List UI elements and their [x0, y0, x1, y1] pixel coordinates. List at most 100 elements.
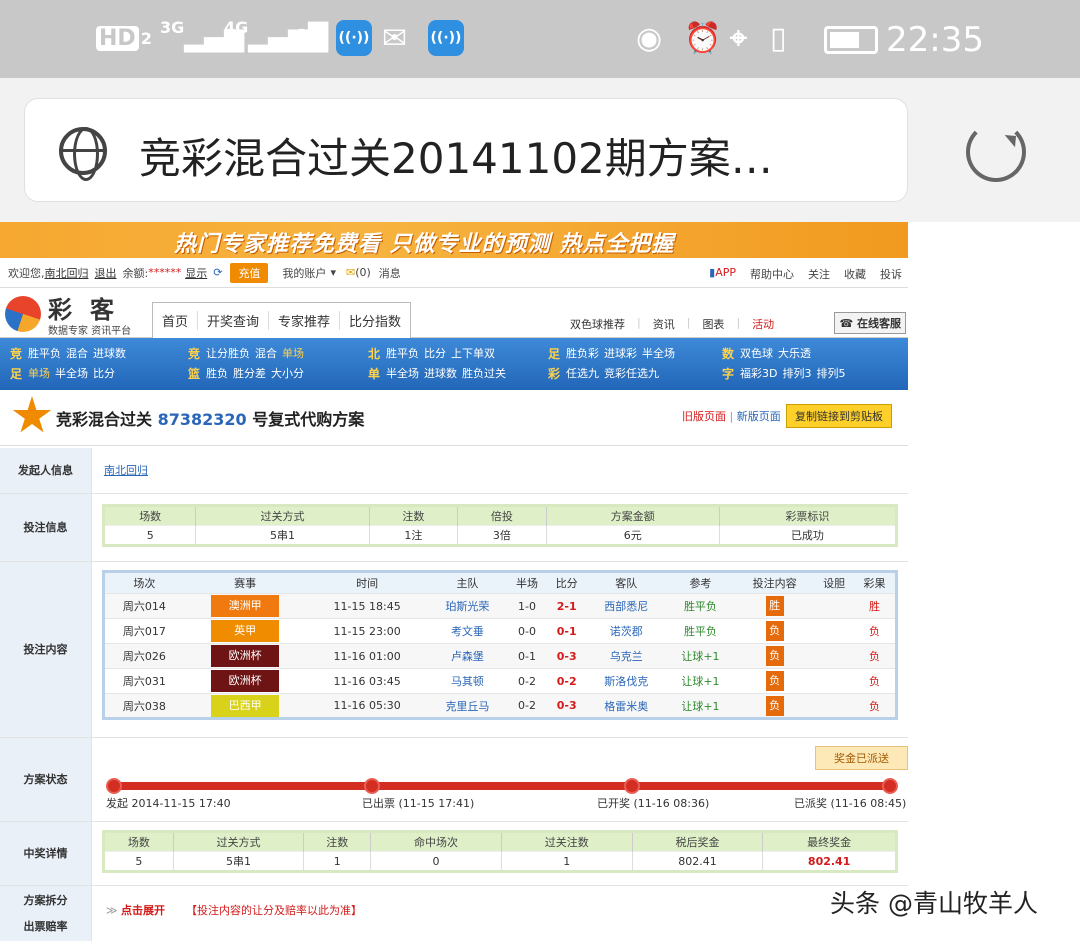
lottery-link[interactable]: 大小分	[271, 367, 304, 380]
nav-odds[interactable]: 比分指数	[340, 311, 410, 330]
match-row[interactable]: 周六031 欧洲杯 11-16 03:45 马其顿 0-2 0-2 斯洛伐克 让球+1 负负	[103, 668, 897, 694]
mhead-cell: 客队	[586, 571, 666, 594]
lottery-link[interactable]: 进球数	[424, 367, 457, 380]
mhead-cell: 设胆	[814, 571, 855, 594]
topbar-app-link[interactable]: ▮APP	[709, 266, 736, 282]
new-version-link[interactable]: 新版页面	[737, 410, 781, 423]
subnav-news[interactable]: 资讯	[653, 316, 675, 332]
site-logo-icon[interactable]	[5, 296, 41, 332]
lottery-link[interactable]: 进球彩	[604, 347, 637, 360]
pvals-cell: 802.41	[632, 851, 764, 872]
bivals-cell: 6元	[546, 525, 720, 546]
full-score: 0-3	[546, 643, 587, 669]
online-service-button[interactable]: ☎ 在线客服	[834, 312, 906, 334]
star-badge-icon	[12, 396, 52, 433]
lottery-link[interactable]: 竞彩任选九	[604, 367, 659, 380]
bet-pick: 负	[734, 693, 815, 719]
split-label: 方案拆分 出票赔率	[0, 886, 92, 941]
lottery-link[interactable]: 胜平负	[28, 347, 61, 360]
lottery-link[interactable]: 比分	[424, 347, 446, 360]
lottery-link[interactable]: 单场	[28, 367, 50, 380]
recharge-button[interactable]: 充值	[230, 262, 269, 283]
play-type: 胜平负	[665, 618, 735, 644]
my-account-menu[interactable]: 我的账户	[282, 265, 326, 281]
subnav-chart[interactable]: 图表	[702, 316, 724, 332]
lottery-link[interactable]: 混合	[255, 347, 277, 360]
lottery-link[interactable]: 半全场	[642, 347, 675, 360]
follow-link[interactable]: 关注	[808, 266, 830, 282]
message-link[interactable]: 消息	[379, 265, 401, 281]
lottery-link[interactable]: 上下单双	[451, 347, 495, 360]
lottery-link[interactable]: 半全场	[55, 367, 88, 380]
lottery-link[interactable]: 胜负	[206, 367, 228, 380]
main-nav: 首页 开奖查询 专家推荐 比分指数	[152, 302, 412, 338]
copy-link-button[interactable]: 复制链接到剪贴板	[786, 404, 892, 428]
lottery-group-icon: 北单	[368, 347, 381, 381]
bet-info-label: 投注信息	[0, 494, 92, 561]
match-time: 11-16 01:00	[306, 643, 428, 669]
help-center-link[interactable]: 帮助中心	[750, 266, 794, 282]
banker-cell	[814, 668, 855, 694]
banner-text: 热门专家推荐免费看 只做专业的预测 热点全把握	[174, 232, 675, 257]
logout-link[interactable]: 退出	[95, 265, 117, 281]
bihead-cell: 过关方式	[195, 505, 370, 526]
match-row[interactable]: 周六014 澳洲甲 11-15 18:45 珀斯光荣 1-0 2-1 西部悉尼 胜平负胜胜	[103, 593, 897, 619]
lottery-link[interactable]: 福彩3D	[740, 367, 777, 380]
lottery-link[interactable]: 胜负过关	[462, 367, 506, 380]
nav-lottery-results[interactable]: 开奖查询	[198, 311, 270, 330]
bet-pick: 胜	[734, 593, 815, 619]
lottery-link[interactable]: 大乐透	[778, 347, 811, 360]
step-drawn: 已开奖 (11-16 08:36)	[597, 797, 710, 810]
subnav-ssq[interactable]: 双色球推荐	[570, 316, 625, 332]
expand-toggle[interactable]: ≫ 点击展开	[106, 902, 165, 918]
mail-count[interactable]: (0)	[355, 266, 371, 279]
lottery-group-3: 足彩胜负彩 进球彩 半全场 任选九 竞彩任选九	[548, 344, 680, 384]
pvals-cell: 5串1	[173, 851, 305, 872]
bihead-cell: 注数	[369, 505, 459, 526]
league-cell: 欧洲杯	[183, 643, 307, 669]
progress-dot-1	[106, 778, 122, 794]
favorite-link[interactable]: 收藏	[844, 266, 866, 282]
show-balance-link[interactable]: 显示	[185, 265, 207, 281]
lottery-link[interactable]: 胜负彩	[566, 347, 599, 360]
sponsor-link[interactable]: 南北回归	[104, 462, 148, 478]
lottery-link[interactable]: 双色球	[740, 347, 773, 360]
match-row[interactable]: 周六017 英甲 11-15 23:00 考文垂 0-0 0-1 诺茨郡 胜平负负负	[103, 618, 897, 644]
lottery-link[interactable]: 任选九	[566, 367, 599, 380]
lottery-link[interactable]: 比分	[93, 367, 115, 380]
status-section: 方案状态 奖金已派送 发起 2014-11-15 17:40 已出票 (11-1…	[0, 738, 908, 822]
address-bar[interactable]: 竞彩混合过关20141102期方案…	[24, 98, 908, 202]
lottery-link[interactable]: 半全场	[386, 367, 419, 380]
award-sent-badge: 奖金已派送	[815, 746, 908, 770]
lottery-link[interactable]: 胜平负	[386, 347, 419, 360]
mhead-cell: 场次	[103, 571, 184, 594]
nav-home[interactable]: 首页	[153, 311, 199, 330]
pvals-cell: 5	[103, 851, 174, 872]
sponsor-label: 发起人信息	[0, 448, 92, 493]
refresh-icon[interactable]: ⟳	[213, 266, 222, 279]
nav-expert[interactable]: 专家推荐	[269, 311, 341, 330]
home-team: 珀斯光荣	[427, 593, 508, 619]
reload-icon[interactable]	[966, 122, 1026, 182]
lottery-link[interactable]: 混合	[66, 347, 88, 360]
lottery-link[interactable]: 进球数	[93, 347, 126, 360]
match-row[interactable]: 周六038 巴西甲 11-16 05:30 克里丘马 0-2 0-3 格雷米奥 让球+1 负负	[103, 693, 897, 719]
status-bar: HD 2 3G ▂▄▆ 4G ▂▄▆█ ◠ ((·)) ✉ ((·)) ◉ ⏰ ⌖ ▯…	[0, 0, 1080, 78]
match-row[interactable]: 周六026 欧洲杯 11-16 01:00 卢森堡 0-1 0-3 乌克兰 让球+1 负负	[103, 643, 897, 669]
battery-icon	[824, 26, 878, 54]
lottery-link[interactable]: 让分胜负	[206, 347, 250, 360]
old-version-link[interactable]: 旧版页面	[682, 410, 726, 423]
lottery-link[interactable]: 胜分差	[233, 367, 266, 380]
site-logo-text[interactable]: 彩客	[48, 290, 132, 325]
bihead-cell: 彩票标识	[719, 505, 898, 526]
lottery-link[interactable]: 排列3	[782, 367, 811, 380]
username-link[interactable]: 南北回归	[45, 265, 89, 281]
complaint-link[interactable]: 投诉	[880, 266, 902, 282]
promo-banner[interactable]: 热门专家推荐免费看 只做专业的预测 热点全把握	[0, 222, 908, 258]
lottery-link[interactable]: 单场	[282, 347, 304, 360]
subnav-activity[interactable]: 活动	[752, 316, 774, 332]
away-team: 西部悉尼	[586, 593, 666, 619]
match-result: 负	[854, 693, 897, 719]
match-no: 周六014	[103, 593, 184, 619]
lottery-link[interactable]: 排列5	[816, 367, 845, 380]
